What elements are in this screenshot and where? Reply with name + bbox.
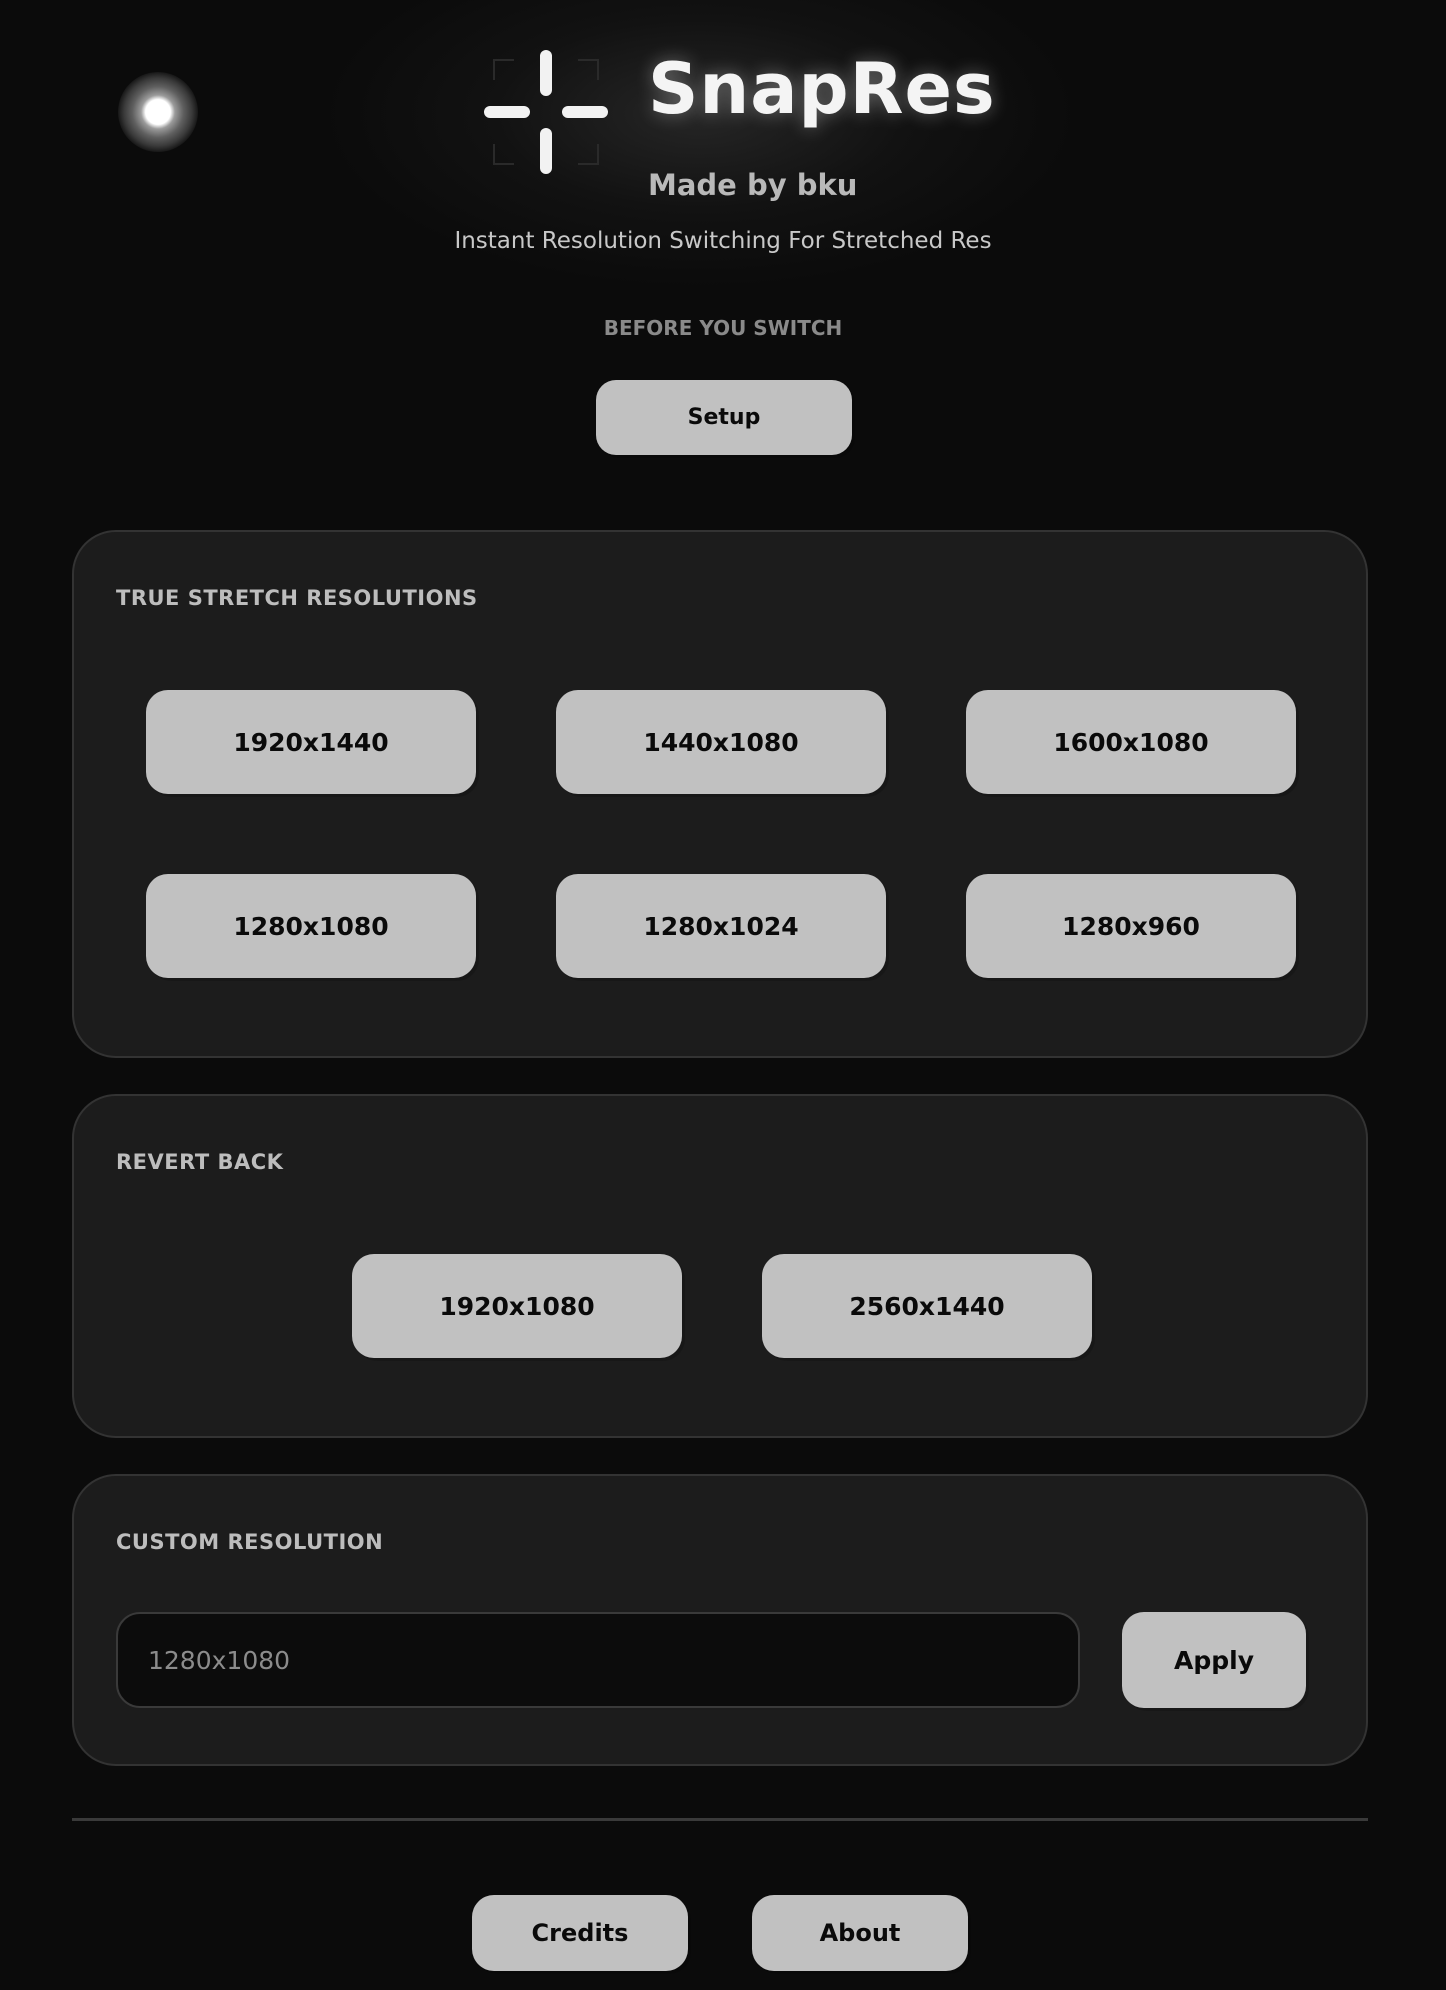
panel-title: TRUE STRETCH RESOLUTIONS [116,586,478,610]
resolution-button-1280x1024[interactable]: 1280x1024 [556,874,886,978]
tagline: Instant Resolution Switching For Stretch… [454,228,992,254]
revert-panel: REVERT BACK 1920x1080 2560x1440 [72,1094,1368,1438]
resolution-button-1280x1080[interactable]: 1280x1080 [146,874,476,978]
footer-divider [72,1818,1368,1821]
setup-button[interactable]: Setup [596,380,852,455]
status-dot-icon [118,72,198,152]
credits-button[interactable]: Credits [472,1895,688,1971]
panel-title: REVERT BACK [116,1150,284,1174]
revert-button-2560x1440[interactable]: 2560x1440 [762,1254,1092,1358]
panel-title: CUSTOM RESOLUTION [116,1530,384,1554]
resolution-button-1440x1080[interactable]: 1440x1080 [556,690,886,794]
resolution-button-1600x1080[interactable]: 1600x1080 [966,690,1296,794]
setup-hint: BEFORE YOU SWITCH [603,316,843,340]
resolution-button-1920x1440[interactable]: 1920x1440 [146,690,476,794]
custom-resolution-panel: CUSTOM RESOLUTION Apply [72,1474,1368,1766]
custom-resolution-input[interactable] [116,1612,1080,1708]
crosshair-icon [484,50,608,174]
apply-button[interactable]: Apply [1122,1612,1306,1708]
snapres-window: SnapRes Made by bku Instant Resolution S… [0,0,1446,1990]
author-label: Made by bku [648,168,858,202]
stretch-resolutions-panel: TRUE STRETCH RESOLUTIONS 1920x1440 1440x… [72,530,1368,1058]
revert-button-1920x1080[interactable]: 1920x1080 [352,1254,682,1358]
about-button[interactable]: About [752,1895,968,1971]
resolution-button-1280x960[interactable]: 1280x960 [966,874,1296,978]
app-title: SnapRes [648,48,996,130]
